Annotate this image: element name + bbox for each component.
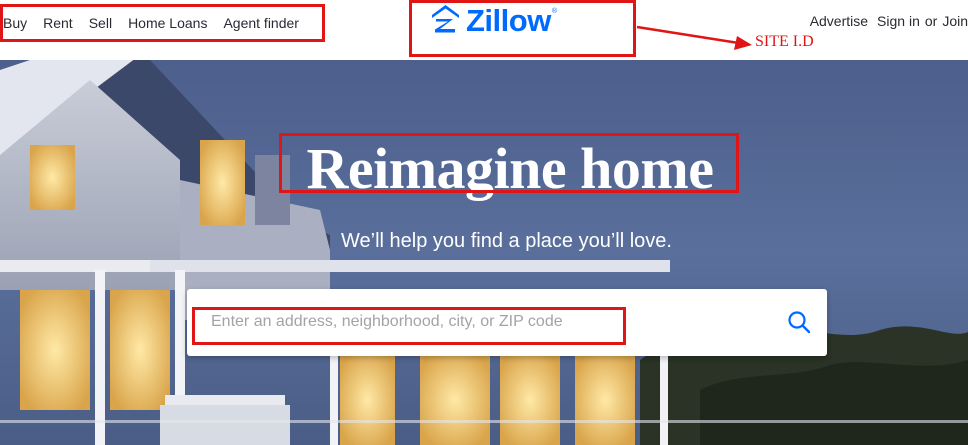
advertise-link[interactable]: Advertise (810, 13, 868, 29)
join-link[interactable]: Join (942, 13, 968, 29)
hero-subtitle: We’ll help you find a place you’ll love. (341, 230, 672, 252)
annotation-site-id-label: SITE I.D (755, 33, 814, 50)
sign-in-link[interactable]: Sign in (877, 13, 920, 29)
annotation-box-title (279, 133, 739, 193)
account-nav: Advertise Sign in or Join (810, 6, 968, 36)
annotation-box-nav (0, 4, 325, 42)
annotation-box-logo (409, 0, 636, 57)
or-text: or (924, 13, 938, 29)
search-icon (788, 311, 811, 334)
search-button[interactable] (783, 306, 815, 338)
hero-section: Reimagine home We’ll help you find a pla… (0, 60, 968, 445)
annotation-box-search (192, 307, 626, 345)
